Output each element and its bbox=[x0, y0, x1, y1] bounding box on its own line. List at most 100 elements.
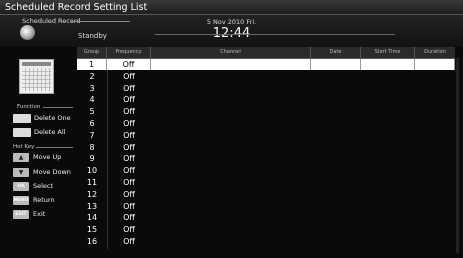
empty-cell bbox=[311, 130, 361, 141]
window-title: Scheduled Record Setting List bbox=[0, 0, 463, 15]
frequency-cell: Off bbox=[123, 107, 135, 117]
empty-cell bbox=[361, 177, 415, 188]
group-cell: 8 bbox=[89, 142, 95, 152]
empty-cell bbox=[151, 83, 311, 94]
empty-cell bbox=[415, 189, 455, 200]
table-row[interactable]: 14 Off bbox=[77, 212, 455, 223]
table-row[interactable]: 16 Off bbox=[77, 236, 455, 247]
group-cell: 2 bbox=[89, 71, 95, 81]
empty-cell bbox=[151, 71, 311, 82]
col-header-start-time: Start Time bbox=[361, 47, 415, 58]
empty-cell bbox=[151, 201, 311, 212]
empty-cell bbox=[361, 94, 415, 105]
empty-cell bbox=[361, 118, 415, 129]
frequency-cell: Off bbox=[123, 166, 135, 176]
delete-one-button[interactable]: Delete One bbox=[34, 114, 71, 122]
empty-cell bbox=[311, 224, 361, 235]
empty-cell bbox=[151, 130, 311, 141]
group-cell: 4 bbox=[89, 95, 95, 105]
empty-cell bbox=[415, 153, 455, 164]
delete-one-key[interactable] bbox=[13, 114, 31, 123]
group-cell: 16 bbox=[86, 237, 98, 246]
empty-cell bbox=[415, 118, 455, 129]
empty-cell bbox=[311, 201, 361, 212]
table-row[interactable]: 15 Off bbox=[77, 224, 455, 235]
empty-cell bbox=[311, 71, 361, 82]
menu-key-icon: MENU bbox=[13, 196, 29, 205]
move-down-label: Move Down bbox=[33, 168, 71, 176]
frequency-cell: Off bbox=[123, 130, 135, 140]
frequency-cell: Off bbox=[123, 201, 135, 211]
table-row[interactable]: 13 Off bbox=[77, 201, 455, 212]
exit-key-icon: EXIT bbox=[13, 210, 29, 219]
group-cell: 1 bbox=[77, 59, 107, 70]
empty-cell bbox=[311, 118, 361, 129]
empty-cell bbox=[361, 106, 415, 117]
header-panel: Scheduled Record Standby 5 Nov 2010 Fri.… bbox=[0, 15, 463, 47]
frequency-cell: Off bbox=[123, 119, 135, 128]
frequency-cell: Off bbox=[123, 83, 135, 93]
empty-cell bbox=[415, 224, 455, 235]
empty-cell bbox=[151, 177, 311, 188]
frequency-cell: Off bbox=[123, 237, 135, 246]
table-row[interactable]: 4 Off bbox=[77, 94, 455, 105]
table-row[interactable]: 1 Off bbox=[77, 59, 455, 70]
empty-cell bbox=[361, 165, 415, 176]
empty-cell bbox=[361, 224, 415, 235]
table-row[interactable]: 2 Off bbox=[77, 71, 455, 82]
time-divider bbox=[155, 34, 395, 35]
table-row[interactable]: 8 Off bbox=[77, 142, 455, 153]
delete-all-button[interactable]: Delete All bbox=[34, 128, 65, 136]
frequency-cell: Off bbox=[123, 225, 135, 235]
table-row[interactable]: 3 Off bbox=[77, 83, 455, 94]
sidebar: Function Delete One Delete All Hot Key ▲… bbox=[0, 47, 76, 258]
group-cell: 9 bbox=[89, 154, 95, 164]
table-row[interactable]: 10 Off bbox=[77, 165, 455, 176]
empty-cell bbox=[361, 142, 415, 153]
group-cell: 5 bbox=[89, 107, 95, 117]
table-row[interactable]: 5 Off bbox=[77, 106, 455, 117]
empty-cell bbox=[361, 130, 415, 141]
empty-cell bbox=[151, 153, 311, 164]
hotkey-section-label: Hot Key bbox=[13, 144, 35, 150]
empty-cell bbox=[151, 212, 311, 223]
move-up-label: Move Up bbox=[33, 153, 62, 161]
empty-cell bbox=[415, 236, 455, 247]
empty-cell bbox=[151, 189, 311, 200]
frequency-cell: Off bbox=[107, 59, 151, 70]
empty-cell bbox=[415, 165, 455, 176]
empty-cell bbox=[311, 106, 361, 117]
group-cell: 10 bbox=[86, 166, 98, 176]
table-row[interactable]: 9 Off bbox=[77, 153, 455, 164]
table-row[interactable]: 11 Off bbox=[77, 177, 455, 188]
empty-cell bbox=[311, 142, 361, 153]
current-date: 5 Nov 2010 Fri. bbox=[206, 18, 257, 26]
empty-cell bbox=[361, 236, 415, 247]
table-header: Group Frequency Channel Date Start Time … bbox=[77, 47, 455, 59]
empty-cell bbox=[311, 177, 361, 188]
col-header-duration: Duration bbox=[424, 49, 446, 55]
empty-cell bbox=[361, 212, 415, 223]
empty-cell bbox=[311, 212, 361, 223]
scrollbar[interactable] bbox=[456, 58, 459, 253]
frequency-cell: Off bbox=[123, 178, 135, 187]
table-row[interactable]: 6 Off bbox=[77, 118, 455, 129]
empty-cell bbox=[311, 165, 361, 176]
delete-all-key[interactable] bbox=[13, 128, 31, 137]
table-row[interactable]: 7 Off bbox=[77, 130, 455, 141]
group-cell: 11 bbox=[86, 178, 98, 187]
empty-cell bbox=[311, 94, 361, 105]
group-cell: 3 bbox=[89, 83, 95, 93]
empty-cell bbox=[151, 59, 311, 70]
frequency-cell: Off bbox=[123, 71, 135, 81]
empty-cell bbox=[415, 130, 455, 141]
table-row[interactable]: 12 Off bbox=[77, 189, 455, 200]
empty-cell bbox=[311, 83, 361, 94]
function-divider bbox=[43, 107, 73, 108]
group-cell: 13 bbox=[86, 201, 98, 211]
frequency-cell: Off bbox=[123, 154, 135, 164]
empty-cell bbox=[361, 83, 415, 94]
schedule-table: Group Frequency Channel Date Start Time … bbox=[77, 47, 455, 258]
frequency-cell: Off bbox=[123, 95, 135, 105]
empty-cell bbox=[151, 224, 311, 235]
